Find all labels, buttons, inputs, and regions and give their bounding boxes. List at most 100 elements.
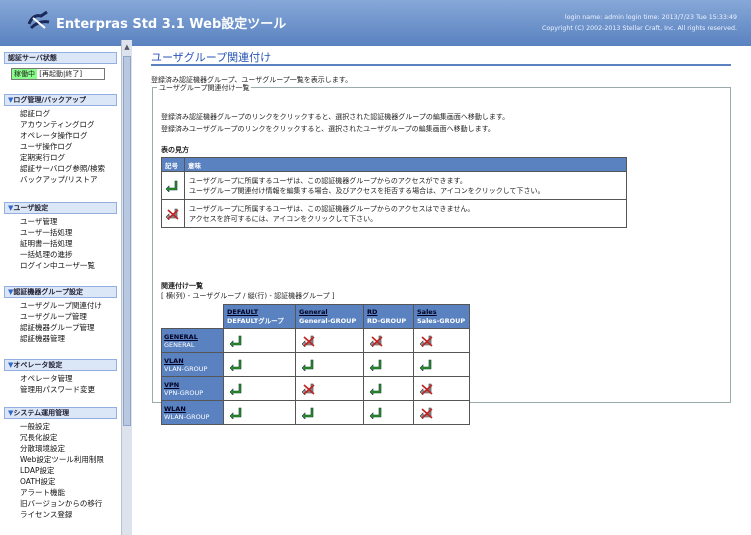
status-badge: 稼働中: [12, 69, 37, 79]
login-info: login name: admin login time: 2013/7/23 …: [542, 12, 737, 34]
menu-item[interactable]: 証明書一括処理: [20, 238, 95, 249]
relation-cell[interactable]: [413, 400, 470, 425]
section-operator[interactable]: ▼オペレータ設定: [4, 359, 117, 371]
relation-cell[interactable]: [223, 328, 296, 353]
relation-cell[interactable]: [295, 352, 364, 377]
description: 登録済み認証機器グループのリンクをクリックすると、選択された認証機器グループの編…: [161, 113, 510, 121]
relation-cell[interactable]: [223, 352, 296, 377]
relation-cell[interactable]: [295, 376, 364, 401]
menu-item[interactable]: 認証ログ: [20, 108, 105, 119]
deny-access-icon: [166, 208, 179, 220]
restart-link[interactable]: 再起動: [42, 70, 63, 78]
menu-user: ユーザ管理 ユーザ一括処理 証明書一括処理 一括処理の進捗 ログイン中ユーザ一覧: [20, 216, 95, 271]
relation-note: [ 横(列) - ユーザグループ / 縦(行) - 認証機器グループ ]: [161, 292, 335, 300]
menu-item[interactable]: 冗長化設定: [20, 432, 104, 443]
menu-item[interactable]: ユーザグループ管理: [20, 311, 102, 322]
column-header[interactable]: DEFAULT DEFAULTグループ: [223, 304, 296, 329]
relation-cell[interactable]: [363, 400, 414, 425]
row-header[interactable]: GENERAL GENERAL: [161, 328, 224, 353]
menu-item[interactable]: 管理用パスワード変更: [20, 384, 95, 395]
app-title: Enterpras Std 3.1 Web設定ツール: [56, 17, 287, 32]
allow-access-icon[interactable]: [420, 359, 434, 371]
menu-item[interactable]: 一般設定: [20, 421, 104, 432]
legend-table: 記号 意味 ユーザグループに所属するユーザは、この認証機器グループからのアクセス…: [161, 157, 627, 228]
scroll-thumb[interactable]: [123, 56, 131, 426]
table-row: WLAN WLAN-GROUP: [161, 400, 470, 425]
app-header: Enterpras Std 3.1 Web設定ツール login name: a…: [0, 0, 751, 46]
menu-item[interactable]: バックアップ/リストア: [20, 174, 105, 185]
copyright-line: Copyright (C) 2002-2013 Stellar Craft, I…: [542, 25, 737, 32]
legend-row: ユーザグループに所属するユーザは、この認証機器グループからのアクセスができます。…: [184, 171, 627, 200]
allow-access-icon[interactable]: [230, 359, 244, 371]
deny-access-icon[interactable]: [420, 383, 434, 395]
deny-access-icon[interactable]: [370, 335, 384, 347]
menu-item[interactable]: LDAP設定: [20, 465, 104, 476]
column-header[interactable]: General General-GROUP: [295, 304, 364, 329]
legend-col-meaning: 意味: [184, 157, 627, 172]
relation-fieldset: ユーザグループ関連付け一覧 登録済み認証機器グループのリンクをクリックすると、選…: [152, 83, 731, 425]
column-header[interactable]: Sales Sales-GROUP: [413, 304, 470, 329]
deny-access-icon[interactable]: [420, 407, 434, 419]
allow-access-icon[interactable]: [370, 383, 384, 395]
section-system[interactable]: ▼システム運用管理: [4, 407, 117, 419]
column-header[interactable]: RD RD-GROUP: [363, 304, 414, 329]
menu-item[interactable]: OATH設定: [20, 476, 104, 487]
menu-item[interactable]: 認証機器管理: [20, 333, 102, 344]
relation-table: DEFAULT DEFAULTグループ General General-GROUP …: [161, 304, 470, 425]
menu-item[interactable]: 定期実行ログ: [20, 152, 105, 163]
menu-item[interactable]: 認証機器グループ管理: [20, 322, 102, 333]
menu-item[interactable]: ユーザ管理: [20, 216, 95, 227]
relation-cell[interactable]: [363, 376, 414, 401]
row-header[interactable]: VLAN VLAN-GROUP: [161, 352, 224, 377]
allow-access-icon[interactable]: [302, 407, 316, 419]
menu-item[interactable]: オペレータ管理: [20, 373, 95, 384]
row-header[interactable]: WLAN WLAN-GROUP: [161, 400, 224, 425]
relation-cell[interactable]: [295, 328, 364, 353]
menu-item[interactable]: ライセンス登録: [20, 509, 104, 520]
relation-cell[interactable]: [413, 352, 470, 377]
allow-access-icon[interactable]: [370, 359, 384, 371]
description: 登録済みユーザグループのリンクをクリックすると、選択されたユーザグループの編集画…: [161, 125, 495, 133]
row-header[interactable]: VPN VPN-GROUP: [161, 376, 224, 401]
menu-item[interactable]: 認証サーバログ参照/検索: [20, 163, 105, 174]
menu-operator: オペレータ管理 管理用パスワード変更: [20, 373, 95, 395]
relation-cell[interactable]: [223, 376, 296, 401]
menu-item[interactable]: 旧バージョンからの移行: [20, 498, 104, 509]
menu-item[interactable]: ユーザ操作ログ: [20, 141, 105, 152]
relation-cell[interactable]: [363, 352, 414, 377]
allow-access-icon: [166, 180, 178, 192]
sidebar-scrollbar[interactable]: ▲: [121, 40, 132, 535]
relation-cell[interactable]: [295, 400, 364, 425]
section-log-backup[interactable]: ▼ログ管理/バックアップ: [4, 94, 117, 106]
allow-access-icon[interactable]: [230, 383, 244, 395]
deny-access-icon[interactable]: [302, 335, 316, 347]
allow-access-icon[interactable]: [230, 335, 244, 347]
relation-cell[interactable]: [223, 400, 296, 425]
chevron-up-icon[interactable]: ▲: [123, 42, 131, 52]
deny-access-icon[interactable]: [420, 335, 434, 347]
menu-item[interactable]: アラート機能: [20, 487, 104, 498]
deny-access-icon[interactable]: [302, 383, 316, 395]
login-line: login name: admin login time: 2013/7/23 …: [564, 14, 737, 21]
relation-heading: 関連付け一覧: [161, 282, 203, 290]
relation-cell[interactable]: [363, 328, 414, 353]
menu-item[interactable]: Web設定ツール利用制限: [20, 454, 104, 465]
menu-item[interactable]: ユーザ一括処理: [20, 227, 95, 238]
logo-icon: [27, 10, 50, 30]
relation-cell[interactable]: [413, 328, 470, 353]
main-content: ユーザグループ関連付け 登録済み認証機器グループ、ユーザグループ一覧を表示します…: [151, 46, 731, 425]
allow-access-icon[interactable]: [230, 407, 244, 419]
relation-cell[interactable]: [413, 376, 470, 401]
stop-link[interactable]: 終了: [65, 70, 79, 78]
menu-item[interactable]: ユーザグループ関連付け: [20, 300, 102, 311]
section-device-group[interactable]: ▼認証機器グループ設定: [4, 286, 117, 298]
menu-item[interactable]: ログイン中ユーザ一覧: [20, 260, 95, 271]
menu-item[interactable]: オペレータ操作ログ: [20, 130, 105, 141]
allow-access-icon[interactable]: [302, 359, 316, 371]
menu-item[interactable]: 分散環境設定: [20, 443, 104, 454]
menu-item[interactable]: 一括処理の進捗: [20, 249, 95, 260]
allow-access-icon[interactable]: [370, 407, 384, 419]
section-user[interactable]: ▼ユーザ設定: [4, 202, 117, 214]
menu-item[interactable]: アカウンティングログ: [20, 119, 105, 130]
server-status: 稼働中 [再起動|終了]: [11, 68, 105, 80]
